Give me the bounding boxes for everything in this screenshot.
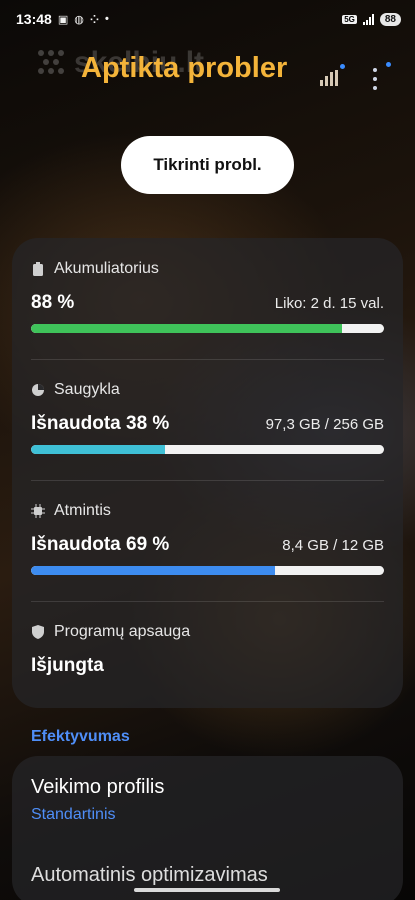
battery-value: 88 % (31, 292, 75, 313)
network-type-label: 5G (342, 14, 357, 24)
divider (31, 480, 384, 481)
auto-optimization-item[interactable]: Automatinis optimizavimas (31, 864, 268, 887)
clock: 13:48 (16, 11, 52, 27)
storage-progress-bar (31, 445, 384, 454)
storage-value: Išnaudota 38 % (31, 413, 170, 434)
divider (31, 359, 384, 360)
messenger-icon: ◍ (74, 13, 84, 26)
battery-remaining: Liko: 2 d. 15 val. (274, 295, 384, 312)
page-title: Aptikta probler (81, 52, 288, 84)
battery-progress-fill (31, 324, 342, 333)
app-protection-value: Išjungta (31, 655, 104, 676)
storage-usage: 97,3 GB / 256 GB (265, 416, 384, 433)
battery-indicator: 88 (379, 12, 401, 26)
divider (31, 601, 384, 602)
memory-usage: 8,4 GB / 12 GB (282, 537, 384, 554)
app-protection-label: Programų apsauga (54, 623, 191, 640)
more-options-icon[interactable] (370, 68, 380, 90)
grid-app-icon: ⁘ (89, 13, 100, 26)
app-header: skelbiu.lt Aptikta probler (0, 46, 415, 106)
home-indicator[interactable] (134, 888, 280, 892)
storage-label: Saugykla (54, 381, 120, 398)
storage-progress-fill (31, 445, 166, 454)
memory-progress-bar (31, 566, 384, 575)
storage-icon (31, 383, 45, 397)
update-badge-icon (340, 64, 345, 69)
app-protection-section[interactable]: Programų apsauga Išjungta (31, 623, 384, 677)
battery-label: Akumuliatorius (54, 260, 159, 277)
signal-icon (362, 13, 374, 25)
shield-icon (31, 625, 45, 639)
battery-icon (31, 262, 45, 276)
memory-section[interactable]: Atmintis Išnaudota 69 % 8,4 GB / 12 GB (31, 502, 384, 575)
performance-profile-value: Standartinis (31, 806, 116, 823)
status-bar: 13:48 ▣ ◍ ⁘ • 5G 88 (0, 0, 415, 38)
battery-progress-bar (31, 324, 384, 333)
menu-badge-icon (386, 62, 391, 67)
memory-progress-fill (31, 566, 275, 575)
performance-profile-title[interactable]: Veikimo profilis (31, 776, 164, 799)
memory-chip-icon (31, 504, 45, 518)
device-status-card: Akumuliatorius 88 % Liko: 2 d. 15 val. S… (12, 238, 403, 708)
notification-dot-icon: • (105, 13, 109, 25)
watermark-logo-icon (38, 50, 68, 78)
check-problems-button[interactable]: Tikrinti probl. (121, 136, 294, 194)
memory-label: Atmintis (54, 502, 111, 519)
memory-value: Išnaudota 69 % (31, 534, 170, 555)
storage-section[interactable]: Saugykla Išnaudota 38 % 97,3 GB / 256 GB (31, 381, 384, 454)
performance-icon[interactable] (320, 70, 338, 86)
screenshot-icon: ▣ (57, 13, 69, 26)
efficiency-section-header: Efektyvumas (31, 728, 130, 745)
battery-section[interactable]: Akumuliatorius 88 % Liko: 2 d. 15 val. (31, 260, 384, 333)
efficiency-card: Veikimo profilis Standartinis Automatini… (12, 756, 403, 900)
